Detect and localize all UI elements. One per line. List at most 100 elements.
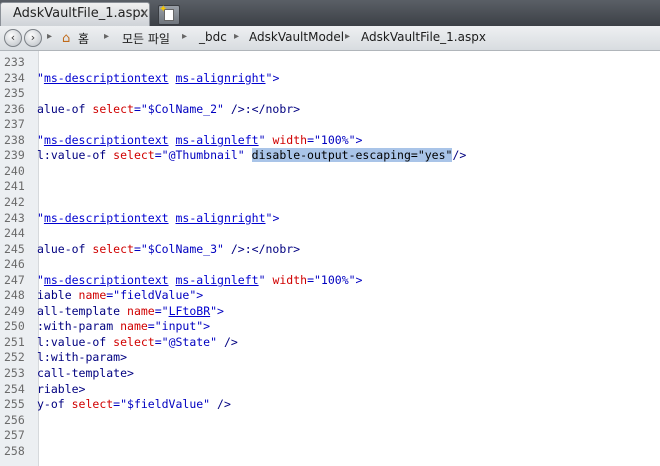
line-number: 241: [4, 179, 25, 194]
code-token: ms-alignright: [175, 70, 266, 85]
code-line[interactable]: 256: [0, 413, 660, 429]
code-line[interactable]: 240: [0, 164, 660, 180]
line-number: 235: [4, 86, 25, 101]
back-button[interactable]: ‹: [4, 29, 22, 47]
line-number: 234: [4, 70, 25, 85]
new-file-button[interactable]: ✦: [158, 4, 180, 25]
tab-file[interactable]: AdskVaultFile_1.aspx ×: [0, 2, 150, 26]
code-line[interactable]: 257: [0, 428, 660, 444]
code-token: ="fieldValue">: [106, 288, 204, 303]
code-line[interactable]: 253 call-template>: [0, 366, 660, 382]
line-number: 247: [4, 272, 25, 287]
code-token: l:value-of: [37, 334, 114, 349]
breadcrumb-item-model[interactable]: AdskVaultModel: [249, 30, 344, 44]
line-number: 255: [4, 397, 25, 412]
code-token: />:</nobr>: [230, 101, 301, 116]
code-line[interactable]: 251 l:value-of select="@State" />: [0, 335, 660, 351]
code-token: iable: [37, 288, 79, 303]
code-line[interactable]: 247 "ms-descriptiontext ms-alignleft" wid…: [0, 273, 660, 289]
code-token: ": [258, 132, 273, 147]
code-token: name: [120, 319, 148, 334]
code-line[interactable]: 236 alue-of select="$ColName_2" />:</nobr…: [0, 102, 660, 118]
code-text: iable name="fieldValue">: [37, 288, 203, 304]
code-text: all-template name="LFtoBR">: [37, 304, 224, 320]
code-token: />: [223, 334, 238, 349]
code-token: ": [258, 272, 273, 287]
code-token: ="$ColName_2": [133, 101, 231, 116]
code-line[interactable]: 254 riable>: [0, 382, 660, 398]
code-line[interactable]: 248 iable name="fieldValue">: [0, 288, 660, 304]
breadcrumb-item-bdc[interactable]: _bdc: [199, 30, 227, 44]
code-text: "ms-descriptiontext ms-alignright">: [37, 71, 279, 87]
code-token: riable>: [37, 381, 86, 396]
code-line[interactable]: 255 y-of select="$fieldValue" />: [0, 397, 660, 413]
line-number: 256: [4, 412, 25, 427]
code-editor[interactable]: 233 234 "ms-descriptiontext ms-alignright"…: [0, 51, 660, 466]
code-token: ="100%">: [307, 132, 363, 147]
code-token: ">: [265, 210, 280, 225]
chevron-right-icon: ▸: [234, 31, 240, 42]
chevron-right-icon: ▸: [104, 31, 110, 42]
code-line[interactable]: 258: [0, 444, 660, 460]
code-line[interactable]: 241: [0, 179, 660, 195]
code-token: ": [37, 272, 44, 287]
code-line[interactable]: 239 l:value-of select="@Thumbnail" disabl…: [0, 148, 660, 164]
code-line[interactable]: 237: [0, 117, 660, 133]
code-text: alue-of select="$ColName_3" />:</nobr>: [37, 242, 300, 258]
code-token: ms-descriptiontext: [43, 70, 169, 85]
line-number: 253: [4, 366, 25, 380]
breadcrumb: ‹ › ▸ ⌂ 홈 ▸ 모든 파일 ▸ _bdc ▸ AdskVaultMode…: [0, 26, 660, 51]
code-line[interactable]: 242: [0, 195, 660, 211]
code-text: l:value-of select="@State" />: [37, 335, 238, 351]
code-text: l:value-of select="@Thumbnail" disable-o…: [37, 148, 466, 164]
breadcrumb-item-all-files[interactable]: 모든 파일: [122, 30, 170, 47]
code-line[interactable]: 244: [0, 226, 660, 242]
code-line[interactable]: 252 l:with-param>: [0, 350, 660, 366]
chevron-right-icon: ▸: [182, 31, 188, 42]
code-line[interactable]: 245 alue-of select="$ColName_3" />:</nobr…: [0, 242, 660, 258]
code-token: ms-alignleft: [175, 272, 259, 287]
code-line[interactable]: 246: [0, 257, 660, 273]
line-number: 251: [4, 334, 25, 349]
code-line[interactable]: 234 "ms-descriptiontext ms-alignright">: [0, 71, 660, 87]
code-line[interactable]: 249 all-template name="LFtoBR">: [0, 304, 660, 320]
breadcrumb-item-file[interactable]: AdskVaultFile_1.aspx: [361, 30, 486, 44]
code-token: ="@State": [154, 334, 224, 349]
code-token: ">: [265, 70, 280, 85]
breadcrumb-home[interactable]: 홈: [78, 30, 89, 47]
code-token: alue-of: [37, 241, 93, 256]
code-token: name: [127, 303, 155, 318]
code-text: :with-param name="input">: [37, 319, 210, 335]
code-token: />: [452, 148, 467, 163]
code-token: call-template>: [37, 366, 134, 380]
line-number: 236: [4, 101, 25, 116]
code-token: ms-alignright: [175, 210, 266, 225]
forward-button[interactable]: ›: [24, 29, 42, 47]
code-token: ms-descriptiontext: [43, 272, 169, 287]
code-token: ="@Thumbnail": [154, 148, 252, 163]
line-number: 244: [4, 226, 25, 241]
code-token: all-template: [37, 303, 128, 318]
code-line[interactable]: 243 "ms-descriptiontext ms-alignright">: [0, 211, 660, 227]
line-number: 252: [4, 350, 25, 365]
line-number: 246: [4, 257, 25, 272]
code-line[interactable]: 238 "ms-descriptiontext ms-alignleft" wid…: [0, 133, 660, 149]
code-token: />: [217, 397, 231, 412]
code-token: ": [37, 132, 44, 147]
code-token: ="input">: [147, 319, 211, 334]
home-icon[interactable]: ⌂: [62, 31, 70, 46]
code-text: y-of select="$fieldValue" />: [37, 397, 231, 413]
code-line[interactable]: 250:with-param name="input">: [0, 319, 660, 335]
line-number: 248: [4, 288, 25, 303]
code-text: "ms-descriptiontext ms-alignleft" width=…: [37, 133, 362, 149]
close-icon[interactable]: ×: [139, 6, 149, 20]
code-text: "ms-descriptiontext ms-alignleft" width=…: [37, 273, 362, 289]
code-line[interactable]: 235: [0, 86, 660, 102]
line-number: 249: [4, 303, 25, 318]
code-line[interactable]: 233: [0, 55, 660, 71]
star-icon: ✦: [159, 4, 168, 15]
code-token: LFtoBR: [168, 303, 211, 318]
code-token: alue-of: [37, 101, 93, 116]
